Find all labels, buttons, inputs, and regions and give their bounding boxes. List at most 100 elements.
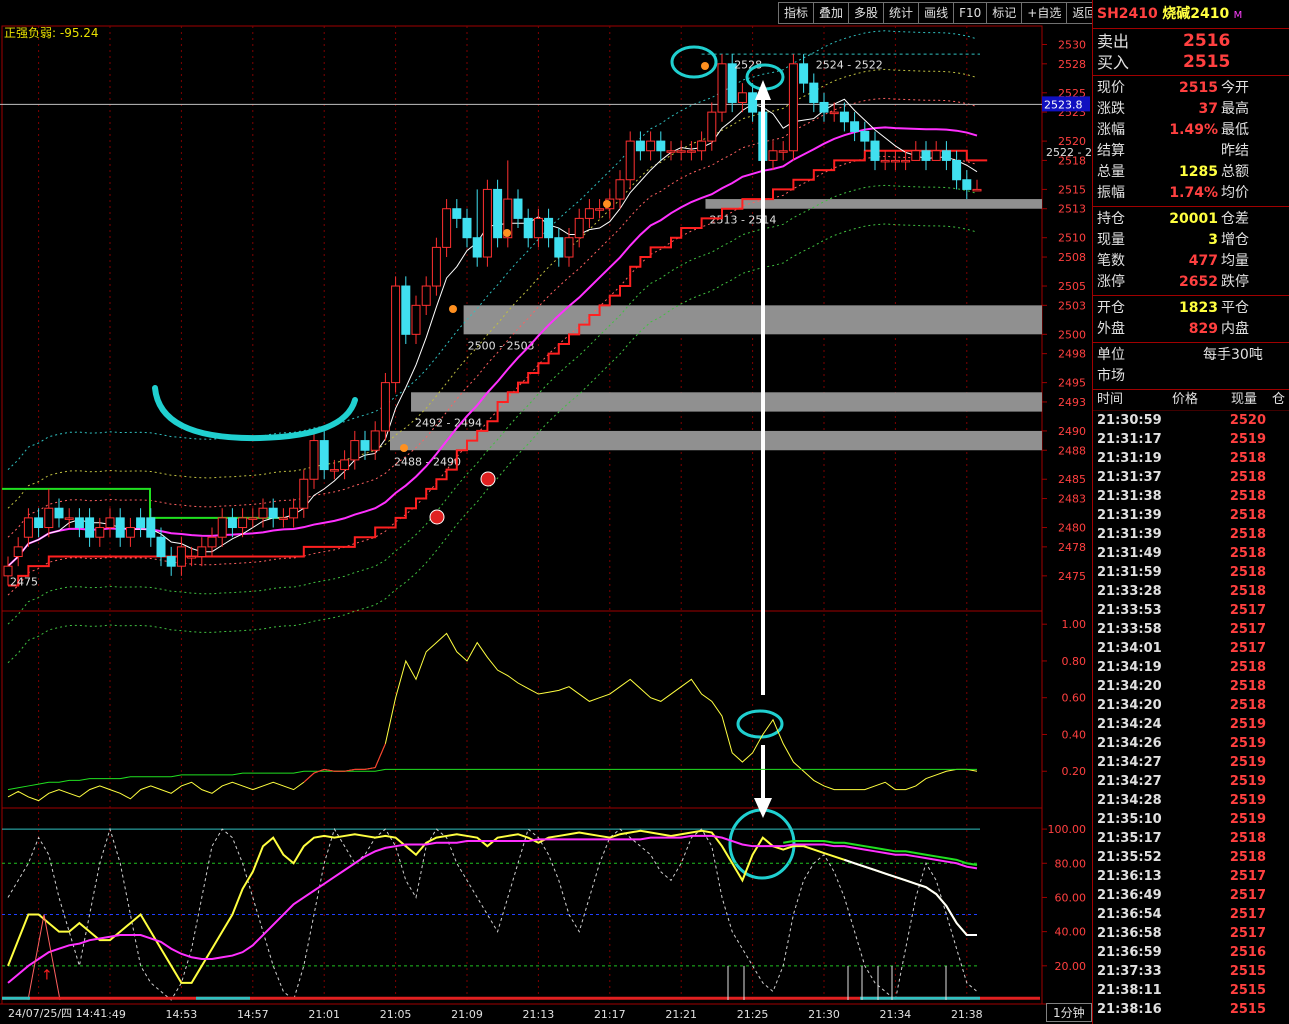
tick-row[interactable]: 21:34:20 2518 13 <box>1093 677 1289 696</box>
tick-row[interactable]: 21:38:16 2515 3 <box>1093 1000 1289 1019</box>
y-tick-label: 2490 <box>1058 425 1086 438</box>
candle-body <box>54 507 64 519</box>
tick-volume: 1 <box>1273 772 1289 791</box>
quote-label: 开仓 <box>1097 300 1125 316</box>
candle-body <box>156 536 166 558</box>
tick-row[interactable]: 21:35:17 2518 1 <box>1093 829 1289 848</box>
tick-volume: 13 <box>1273 677 1289 696</box>
toolbar-button-6[interactable]: 标记 <box>986 2 1022 24</box>
tick-row[interactable]: 21:31:59 2518 2 <box>1093 563 1289 582</box>
tick-row[interactable]: 21:31:49 2518 1 <box>1093 544 1289 563</box>
tick-time: 21:31:59 <box>1097 565 1162 580</box>
tick-volume: 1 <box>1273 525 1289 544</box>
y-tick-label: 2528 <box>1058 58 1086 71</box>
tick-time: 21:31:17 <box>1097 432 1162 447</box>
tick-row[interactable]: 21:34:28 2519 4 <box>1093 791 1289 810</box>
period-selector[interactable]: 1分钟 <box>1046 1003 1092 1022</box>
quote-row: 涨幅 1.49% 最低 <box>1093 120 1289 141</box>
candle-body <box>544 217 554 239</box>
y-tick-label: 2530 <box>1058 38 1086 51</box>
tick-row[interactable]: 21:31:39 2518 4 <box>1093 506 1289 525</box>
tick-row[interactable]: 21:35:52 2518 5 <box>1093 848 1289 867</box>
tick-row[interactable]: 21:34:27 2519 1 <box>1093 772 1289 791</box>
contract-info-section: 单位 每手30吨 市场 <box>1093 343 1289 390</box>
tick-row[interactable]: 21:36:49 2517 1 <box>1093 886 1289 905</box>
tick-volume: 2 <box>1273 582 1289 601</box>
tick-row[interactable]: 21:37:33 2515 1 <box>1093 962 1289 981</box>
x-tick-label: 21:13 <box>523 1008 555 1021</box>
zone-label: 2488 - 2490 <box>394 455 461 468</box>
tick-row[interactable]: 21:34:01 2517 2 <box>1093 639 1289 658</box>
candle-body <box>941 150 951 161</box>
toolbar-button-0[interactable]: 指标 <box>778 2 814 24</box>
candle-body <box>166 556 176 567</box>
candle-body <box>635 140 645 152</box>
tick-row[interactable]: 21:34:20 2518 3 <box>1093 696 1289 715</box>
toolbar-button-4[interactable]: 画线 <box>918 2 954 24</box>
tick-row[interactable]: 21:33:53 2517 1 <box>1093 601 1289 620</box>
tick-row[interactable]: 21:34:26 2519 2 <box>1093 734 1289 753</box>
tick-row[interactable]: 21:30:59 2520 1 <box>1093 411 1289 430</box>
tick-time: 21:35:52 <box>1097 850 1162 865</box>
tick-row[interactable]: 21:31:37 2518 2 <box>1093 468 1289 487</box>
tick-volume: 1 <box>1273 411 1289 430</box>
tick-volume: 1 <box>1273 715 1289 734</box>
tick-volume: 3 <box>1273 981 1289 1000</box>
quote-label: 持仓 <box>1097 211 1125 227</box>
tick-time: 21:31:49 <box>1097 546 1162 561</box>
bid-ask-section: 卖出 2516 买入 2515 <box>1093 29 1289 76</box>
y-tick-label: 2480 <box>1058 522 1086 535</box>
tick-row[interactable]: 21:34:24 2519 1 <box>1093 715 1289 734</box>
toolbar-button-2[interactable]: 多股 <box>848 2 884 24</box>
tick-row[interactable]: 21:33:28 2518 2 <box>1093 582 1289 601</box>
candle-body <box>962 179 972 190</box>
tick-list[interactable]: 21:30:592520121:31:172519721:31:19251842… <box>1093 411 1289 1019</box>
tick-row[interactable]: 21:34:27 2519 6 <box>1093 753 1289 772</box>
tick-row[interactable]: 21:31:39 2518 1 <box>1093 525 1289 544</box>
candle-body <box>309 440 319 480</box>
tick-row[interactable]: 21:36:59 2516 3 <box>1093 943 1289 962</box>
tick-time: 21:33:28 <box>1097 584 1162 599</box>
quote-label-secondary: 仓差 <box>1221 211 1249 227</box>
tick-time: 21:34:19 <box>1097 660 1162 675</box>
unit-value: 每手30吨 <box>1203 347 1263 363</box>
tick-row[interactable]: 21:31:19 2518 4 <box>1093 449 1289 468</box>
toolbar-button-7[interactable]: +自选 <box>1021 2 1067 24</box>
tick-time: 21:38:11 <box>1097 983 1162 998</box>
quote-row: 开仓 1823 平仓 <box>1093 298 1289 319</box>
tick-price: 2519 <box>1229 755 1266 770</box>
tick-row[interactable]: 21:36:54 2517 1 <box>1093 905 1289 924</box>
tick-row[interactable]: 21:38:11 2515 3 <box>1093 981 1289 1000</box>
y-tick-label: 2505 <box>1058 280 1086 293</box>
tick-row[interactable]: 21:33:58 2517 2 <box>1093 620 1289 639</box>
y-tick-label: 2500 <box>1058 328 1086 341</box>
candle-body <box>187 556 197 559</box>
quote-value: 3 <box>1208 232 1218 248</box>
toolbar-button-5[interactable]: F10 <box>953 2 987 24</box>
toolbar-button-1[interactable]: 叠加 <box>813 2 849 24</box>
quote-label: 涨跌 <box>1097 101 1125 117</box>
tick-volume: 3 <box>1273 1000 1289 1019</box>
tick-row[interactable]: 21:31:38 2518 1 <box>1093 487 1289 506</box>
y-tick-label: 1.00 <box>1062 618 1087 631</box>
candle-body <box>360 440 370 451</box>
quote-label-secondary: 平仓 <box>1221 300 1249 316</box>
tick-row[interactable]: 21:34:19 2518 2 <box>1093 658 1289 677</box>
candle-body <box>452 208 462 219</box>
tick-price: 2518 <box>1229 451 1266 466</box>
toolbar-button-3[interactable]: 统计 <box>883 2 919 24</box>
tick-row[interactable]: 21:35:10 2519 1 <box>1093 810 1289 829</box>
y-tick-label: 0.60 <box>1062 692 1087 705</box>
tick-time: 21:36:13 <box>1097 869 1162 884</box>
candle-body <box>748 92 758 113</box>
tick-row[interactable]: 21:36:58 2517 1 <box>1093 924 1289 943</box>
candlestick-chart[interactable]: 2475 2478 2480 2483 2485 2488 2490 2493 2495 2498… <box>0 0 1092 1024</box>
candle-body <box>95 527 105 538</box>
signal-marker-icon <box>429 509 445 525</box>
quote-value: 2515 <box>1179 80 1218 96</box>
tick-row[interactable]: 21:31:17 2519 7 <box>1093 430 1289 449</box>
tick-row[interactable]: 21:36:13 2517 1 <box>1093 867 1289 886</box>
unit-label: 单位 <box>1097 347 1125 363</box>
quote-label: 涨停 <box>1097 274 1125 290</box>
tick-time: 21:36:58 <box>1097 926 1162 941</box>
